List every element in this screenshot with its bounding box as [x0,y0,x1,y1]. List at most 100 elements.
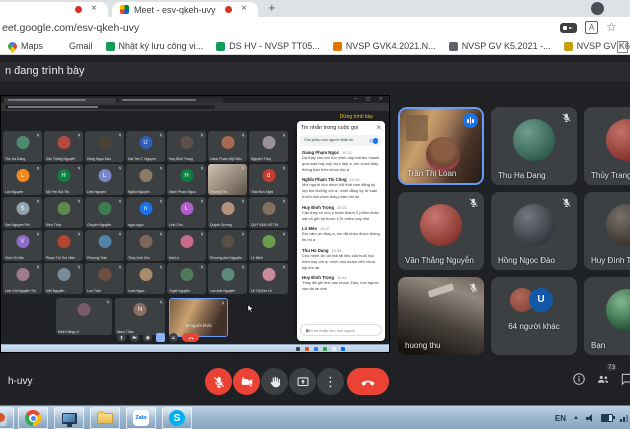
tray-expand-icon[interactable]: ▲ [573,415,579,421]
end-call-button[interactable] [347,368,389,395]
grid-tile: Thùy Linh Chu [126,230,165,261]
grid-tile: L Linh Chu [167,197,206,228]
taskbar-app-chrome[interactable] [18,407,48,429]
address-bar[interactable]: eet.google.com/esv-qkeh-uvy A ☆ [0,17,630,39]
grid-tile: Truong Thu [208,164,247,195]
chat-permission-toggle: Cho phép mọi người nhắn tin [300,135,382,146]
system-tray: EN ▲ [555,406,628,429]
language-indicator[interactable]: EN [555,414,566,423]
mic-off-icon [159,232,163,236]
camera-off-button[interactable] [233,368,260,395]
url-text[interactable]: eet.google.com/esv-qkeh-uvy [2,22,139,34]
avatar [57,136,70,149]
bookmark-label: Maps [21,41,43,51]
grid-tile: V Vinh Vũ Văn [3,230,42,261]
taskbar-app-zalo[interactable]: Zalo [126,407,156,429]
bookmark-item[interactable]: DS HV - NVSP TT05... [216,41,320,51]
participant-name: Lê Minh [251,256,286,260]
participant-tile[interactable]: Văn Thắng Nguyễn [398,192,484,270]
profile-avatar[interactable] [591,2,604,15]
participant-name: Việt Nguyễn [46,289,81,293]
chat-button[interactable] [620,372,630,391]
participant-name: Thùy Linh Chu [128,256,163,260]
network-icon[interactable] [620,415,628,422]
participant-tile[interactable]: Trần Thị Loan [398,107,484,185]
avatar [262,202,275,215]
mouse-cursor [247,304,255,314]
taskbar-app-partial[interactable] [0,407,14,429]
avatar [78,303,91,316]
grid-tile: Văn Thắng Nguyễn [44,131,83,162]
grid-tile: Hồng Ngọc Đào [85,131,124,162]
volume-icon[interactable] [586,414,594,422]
participant-name: QUÝ VĂN VŨ THỊ [251,223,286,227]
participant-tile[interactable]: Hồng Ngọc Đào [491,192,577,270]
grid-tile: Tuyết Nguyễn [167,263,206,294]
participant-tile[interactable]: Bạn [584,277,630,355]
grid-tile: d Trần Đức Nghị [249,164,288,195]
bookmark-item[interactable]: Gmail [56,41,93,51]
bookmark-item[interactable]: Nhật ký lưu công vi... [106,41,204,51]
grid-tile: Loan Ngọc [126,263,165,294]
tab-close-icon[interactable]: × [91,3,97,14]
participant-name: Trần Thị Loan [407,169,456,178]
mic-off-icon [241,232,245,236]
browser-tab-partial[interactable]: × [0,2,108,17]
bookmark-star-icon[interactable]: ☆ [606,20,617,34]
participant-name: Hồng Ngọc Đào [498,256,555,265]
participant-tile[interactable]: 64 người khác [491,277,577,355]
participant-name: Linh Chu [169,223,204,227]
chat-message: Nghĩa Phạm Thị Công10:18 Mọi người cho m… [302,177,380,199]
new-tab-button[interactable]: + [268,0,276,15]
tab-close-icon[interactable]: × [241,3,247,14]
info-button[interactable] [572,372,586,391]
participant-name: Oanh Phạm Mỹ Diệu [210,157,245,161]
raise-hand-button[interactable] [261,368,288,395]
participant-name: Lưu Trần [87,289,122,293]
reading-list-icon[interactable] [617,41,628,53]
translate-icon[interactable]: A [585,21,598,34]
avatar: H [57,169,70,182]
mic-off-icon [36,232,40,236]
bookmark-item[interactable]: NVSP GV K5.2021 -... [449,41,551,51]
mic-off-icon [118,265,122,269]
battery-icon[interactable] [601,414,613,422]
participant-name: Tuyết Nguyễn [169,289,204,293]
participant-tile[interactable]: Thu Ha Dang [491,107,577,185]
taskbar-app-skype[interactable]: S [162,407,192,429]
mic-off-icon [241,199,245,203]
participants-button[interactable] [596,372,610,391]
mic-off-button[interactable] [205,368,232,395]
participant-tile[interactable]: Thủy Trang [584,107,630,185]
avatar: d [262,169,275,182]
bookmark-item[interactable]: NVSP GVK4.2021.N... [333,41,436,51]
participant-name: Quỳnh Dương [210,223,245,227]
skype-icon: S [169,410,185,426]
mic-off-icon [36,265,40,269]
mic-off-icon [468,282,479,293]
browser-tab-meet[interactable]: Meet - esv-qkeh-uvy × [112,2,258,17]
bookmark-item[interactable]: Maps [8,41,43,51]
meet-favicon-icon [120,5,129,14]
participant-tile[interactable]: huong thu [398,277,484,355]
grid-tile: Linh Chi Nguyễn Thị [3,263,42,294]
bookmark-icon [333,42,342,51]
avatar: N [134,303,147,316]
participant-tile[interactable]: Huy Đình Trọng [584,192,630,270]
chat-text: Thầy đã gửi link vào nhóm Zalo, mọi ngườ… [302,280,380,292]
mic-off-icon [159,265,163,269]
chat-message: Huy Đình Trọng10:41 Thầy đã gửi link vào… [302,275,380,292]
taskbar-app-display[interactable] [54,407,84,429]
avatar: L [16,169,29,182]
bookmark-label: NVSP GV K5.2021 -... [462,41,551,51]
grid-tile: L Linh Nguyen [85,164,124,195]
grid-tile: Lê Minh [249,230,288,261]
participant-name: Thu Ha Dang [498,171,546,180]
avatar [139,169,152,182]
present-button[interactable] [289,368,316,395]
mic-off-icon [36,199,40,203]
inner-participant-grid: Thu Ha Dang Văn Thắng Nguyễn Hồng Ngọc Đ… [3,131,288,294]
taskbar-app-explorer[interactable] [90,407,120,429]
more-options-button[interactable]: ⋮ [317,368,344,395]
tab-title: Meet - esv-qkeh-uvy [134,5,216,15]
